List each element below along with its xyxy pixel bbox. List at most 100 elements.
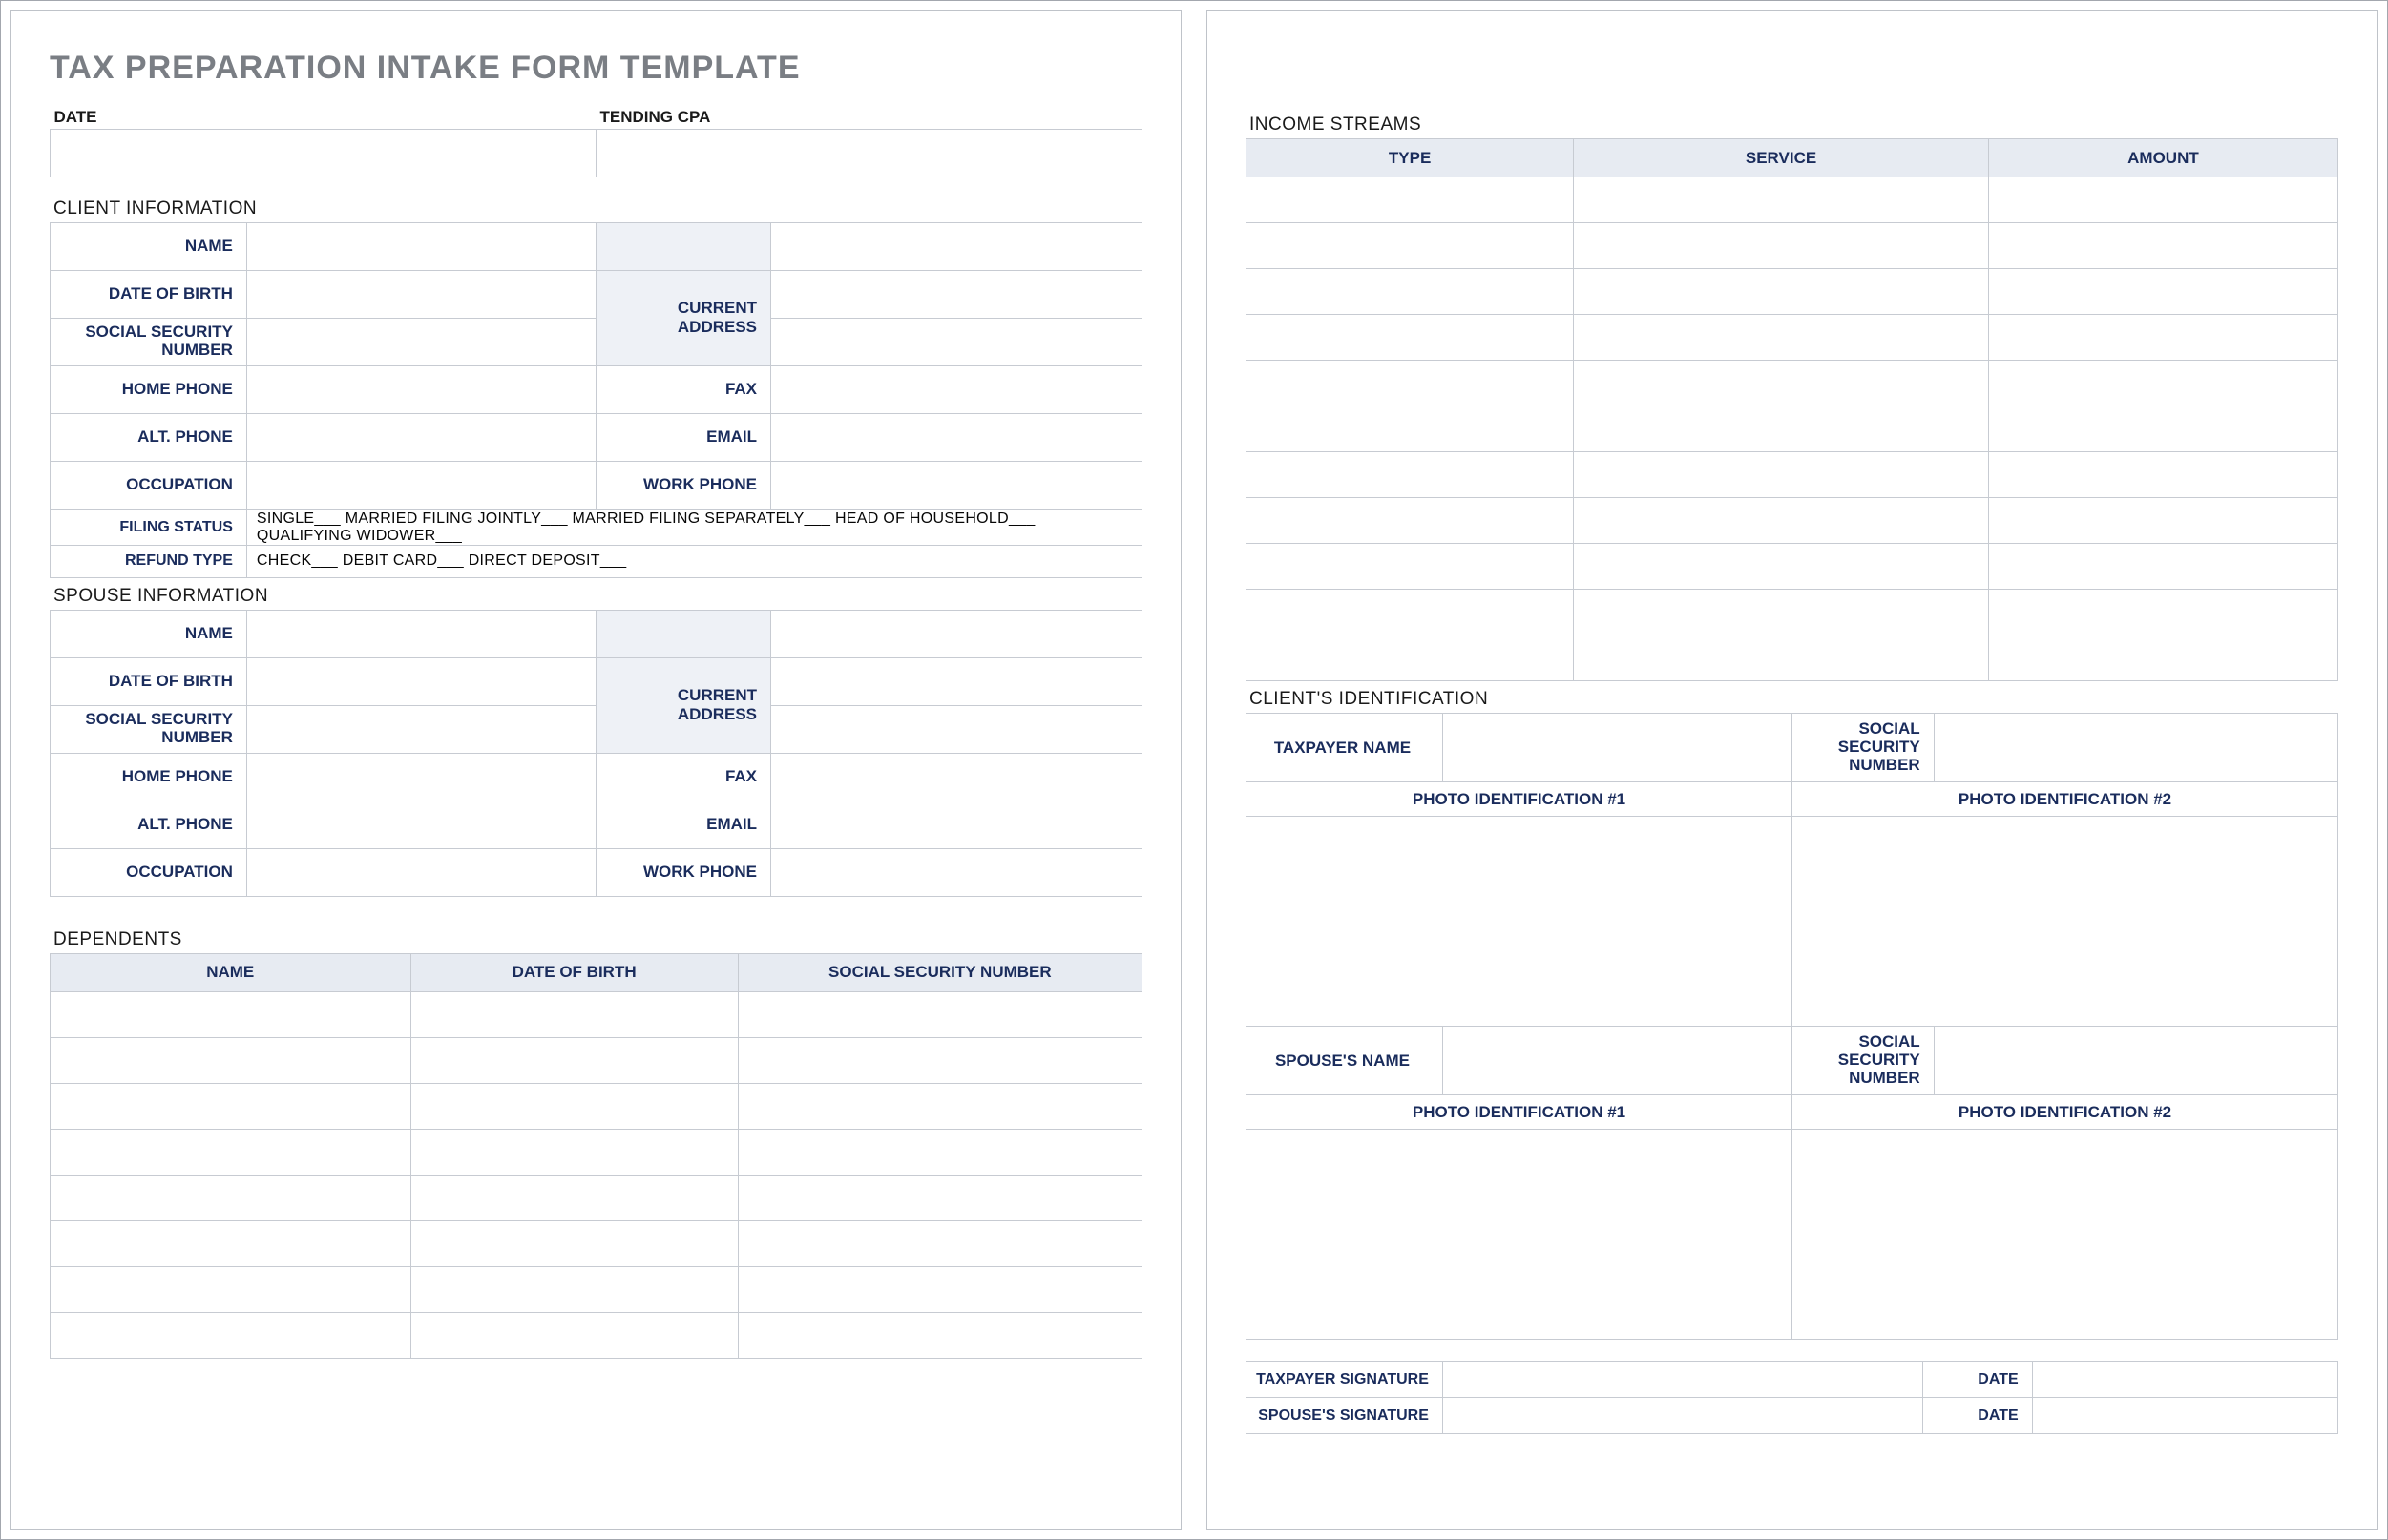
taxpayer-ssn-input[interactable] xyxy=(1934,714,2337,782)
dependent-row[interactable] xyxy=(51,1220,1142,1266)
spouse-name-input[interactable] xyxy=(246,610,596,657)
client-occupation-label: OCCUPATION xyxy=(51,461,247,509)
dependent-row[interactable] xyxy=(51,1312,1142,1358)
spouse-name-id-label: SPOUSE'S NAME xyxy=(1246,1027,1443,1095)
section-client-id: CLIENT'S IDENTIFICATION xyxy=(1249,689,2338,710)
dependent-row[interactable] xyxy=(51,1083,1142,1129)
taxpayer-photoid2-label: PHOTO IDENTIFICATION #2 xyxy=(1791,782,2337,817)
client-info-table: NAME DATE OF BIRTH CURRENT ADDRESS SOCIA… xyxy=(50,222,1142,510)
client-homephone-input[interactable] xyxy=(246,365,596,413)
spouse-photoid2-box[interactable] xyxy=(1791,1130,2337,1340)
spouse-workphone-input[interactable] xyxy=(771,848,1142,896)
signature-table: TAXPAYER SIGNATURE DATE SPOUSE'S SIGNATU… xyxy=(1246,1361,2338,1434)
dependents-col-dob: DATE OF BIRTH xyxy=(410,953,738,991)
income-row[interactable] xyxy=(1246,544,2338,590)
client-occupation-input[interactable] xyxy=(246,461,596,509)
client-dob-input[interactable] xyxy=(246,270,596,318)
spouse-ssn-label: SOCIAL SECURITY NUMBER xyxy=(51,705,247,753)
dependents-col-ssn: SOCIAL SECURITY NUMBER xyxy=(738,953,1142,991)
dependent-row[interactable] xyxy=(51,1037,1142,1083)
client-fax-label: FAX xyxy=(596,365,770,413)
dependent-row[interactable] xyxy=(51,991,1142,1037)
client-name-input[interactable] xyxy=(246,222,596,270)
taxpayer-name-input[interactable] xyxy=(1442,714,1791,782)
page-1: TAX PREPARATION INTAKE FORM TEMPLATE DAT… xyxy=(10,10,1182,1530)
taxpayer-photoid1-label: PHOTO IDENTIFICATION #1 xyxy=(1246,782,1792,817)
spouse-sig-date-label: DATE xyxy=(1923,1398,2032,1434)
client-address-input-3[interactable] xyxy=(771,318,1142,365)
client-homephone-label: HOME PHONE xyxy=(51,365,247,413)
income-row[interactable] xyxy=(1246,406,2338,452)
tending-cpa-input-cell[interactable] xyxy=(597,129,1142,177)
spouse-name-label: NAME xyxy=(51,610,247,657)
income-row[interactable] xyxy=(1246,269,2338,315)
spouse-homephone-label: HOME PHONE xyxy=(51,753,247,801)
spouse-ssn-input[interactable] xyxy=(246,705,596,753)
spacer xyxy=(596,222,770,270)
date-tending-table: DATE TENDING CPA xyxy=(50,106,1142,177)
filing-status-options[interactable]: SINGLE___ MARRIED FILING JOINTLY___ MARR… xyxy=(246,510,1142,545)
spouse-occupation-label: OCCUPATION xyxy=(51,848,247,896)
spouse-workphone-label: WORK PHONE xyxy=(596,848,770,896)
dependent-row[interactable] xyxy=(51,1266,1142,1312)
income-row[interactable] xyxy=(1246,177,2338,223)
taxpayer-sig-date-input[interactable] xyxy=(2032,1362,2337,1398)
spouse-info-table: NAME DATE OF BIRTH CURRENT ADDRESS SOCIA… xyxy=(50,610,1142,897)
taxpayer-name-label: TAXPAYER NAME xyxy=(1246,714,1443,782)
spouse-ssn-id-input[interactable] xyxy=(1934,1027,2337,1095)
income-row[interactable] xyxy=(1246,361,2338,406)
income-row[interactable] xyxy=(1246,498,2338,544)
dependent-row[interactable] xyxy=(51,1175,1142,1220)
client-address-input-2[interactable] xyxy=(771,270,1142,318)
client-email-label: EMAIL xyxy=(596,413,770,461)
income-row[interactable] xyxy=(1246,223,2338,269)
spouse-occupation-input[interactable] xyxy=(246,848,596,896)
taxpayer-photoid2-box[interactable] xyxy=(1791,817,2337,1027)
spouse-sig-input[interactable] xyxy=(1442,1398,1922,1434)
spouse-homephone-input[interactable] xyxy=(246,753,596,801)
income-row[interactable] xyxy=(1246,590,2338,635)
dependent-row[interactable] xyxy=(51,1129,1142,1175)
date-input-cell[interactable] xyxy=(51,129,597,177)
client-name-label: NAME xyxy=(51,222,247,270)
section-income-streams: INCOME STREAMS xyxy=(1249,114,2338,135)
page-2: INCOME STREAMS TYPE SERVICE AMOUNT CLIEN… xyxy=(1206,10,2378,1530)
client-address-input-1[interactable] xyxy=(771,222,1142,270)
spouse-address-input-3[interactable] xyxy=(771,705,1142,753)
spouse-address-input-1[interactable] xyxy=(771,610,1142,657)
client-workphone-input[interactable] xyxy=(771,461,1142,509)
client-email-input[interactable] xyxy=(771,413,1142,461)
filing-status-label: FILING STATUS xyxy=(51,510,247,545)
section-spouse-info: SPOUSE INFORMATION xyxy=(53,586,1142,607)
refund-type-label: REFUND TYPE xyxy=(51,545,247,577)
client-workphone-label: WORK PHONE xyxy=(596,461,770,509)
client-altphone-input[interactable] xyxy=(246,413,596,461)
income-col-type: TYPE xyxy=(1246,139,1574,177)
spouse-sig-date-input[interactable] xyxy=(2032,1398,2337,1434)
document-viewport: TAX PREPARATION INTAKE FORM TEMPLATE DAT… xyxy=(0,0,2388,1540)
income-col-service: SERVICE xyxy=(1574,139,1989,177)
spouse-address-input-2[interactable] xyxy=(771,657,1142,705)
income-row[interactable] xyxy=(1246,315,2338,361)
income-streams-table: TYPE SERVICE AMOUNT xyxy=(1246,138,2338,681)
spouse-altphone-input[interactable] xyxy=(246,801,596,848)
spouse-photoid1-box[interactable] xyxy=(1246,1130,1792,1340)
client-altphone-label: ALT. PHONE xyxy=(51,413,247,461)
client-ssn-label: SOCIAL SECURITY NUMBER xyxy=(51,318,247,365)
client-fax-input[interactable] xyxy=(771,365,1142,413)
tending-cpa-label: TENDING CPA xyxy=(597,106,1142,129)
taxpayer-sig-label: TAXPAYER SIGNATURE xyxy=(1246,1362,1443,1398)
taxpayer-sig-input[interactable] xyxy=(1442,1362,1922,1398)
spouse-dob-input[interactable] xyxy=(246,657,596,705)
section-client-info: CLIENT INFORMATION xyxy=(53,198,1142,219)
client-dob-label: DATE OF BIRTH xyxy=(51,270,247,318)
spouse-name-id-input[interactable] xyxy=(1442,1027,1791,1095)
income-row[interactable] xyxy=(1246,635,2338,681)
spouse-email-input[interactable] xyxy=(771,801,1142,848)
refund-type-options[interactable]: CHECK___ DEBIT CARD___ DIRECT DEPOSIT___ xyxy=(246,545,1142,577)
spouse-fax-input[interactable] xyxy=(771,753,1142,801)
income-row[interactable] xyxy=(1246,452,2338,498)
taxpayer-photoid1-box[interactable] xyxy=(1246,817,1792,1027)
spacer xyxy=(596,610,770,657)
client-ssn-input[interactable] xyxy=(246,318,596,365)
